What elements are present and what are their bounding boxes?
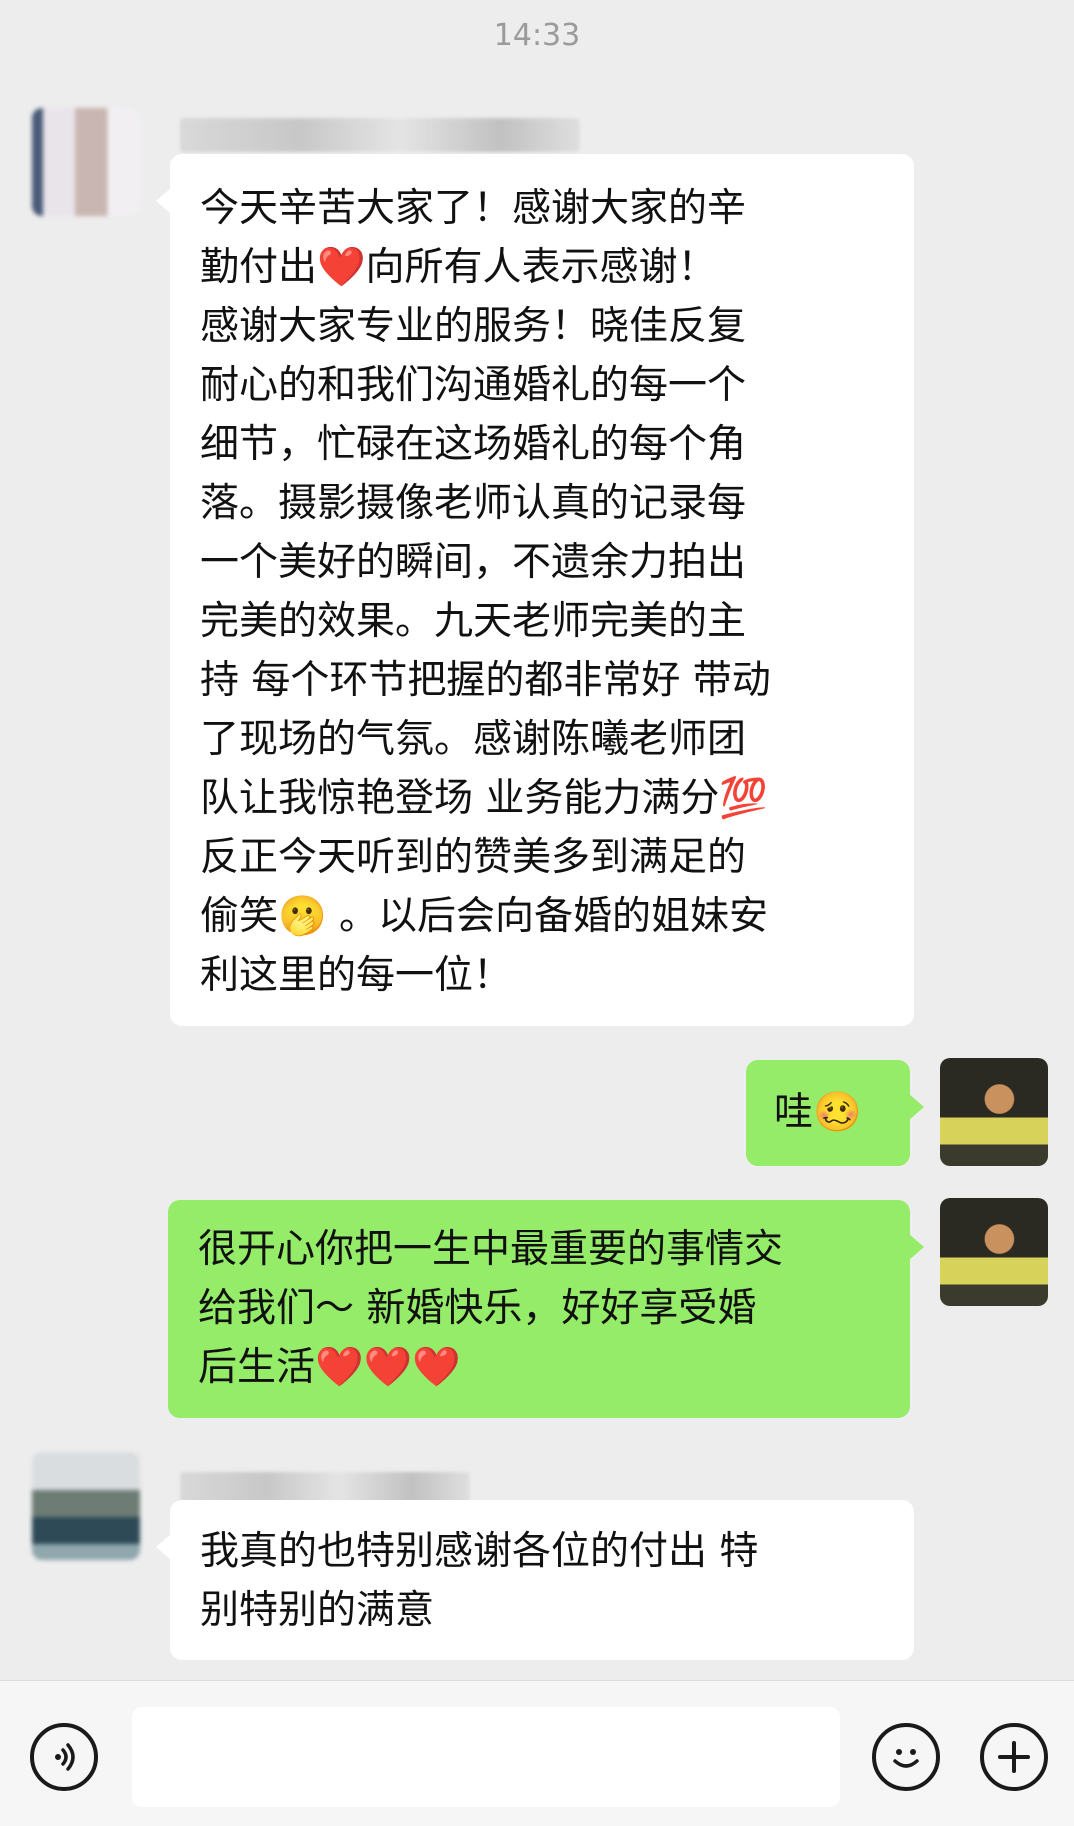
chat-input-bar bbox=[0, 1680, 1074, 1826]
timestamp: 14:33 bbox=[493, 18, 581, 53]
message-input[interactable] bbox=[132, 1707, 840, 1807]
message-bubble-incoming[interactable]: 我真的也特别感谢各位的付出 特 别特别的满意 bbox=[156, 1500, 914, 1660]
emoji-icon[interactable] bbox=[872, 1723, 940, 1791]
message-bubble-outgoing[interactable]: 哇🥴 bbox=[746, 1060, 924, 1166]
sender-avatar[interactable] bbox=[32, 1452, 140, 1560]
message-bubble-incoming[interactable]: 今天辛苦大家了！感谢大家的辛 勤付出❤️向所有人表示感谢！ 感谢大家专业的服务！… bbox=[156, 154, 914, 1026]
self-avatar[interactable] bbox=[940, 1058, 1048, 1166]
voice-icon[interactable] bbox=[30, 1723, 98, 1791]
sender-name bbox=[180, 118, 580, 152]
sender-avatar[interactable] bbox=[32, 108, 140, 216]
message-bubble-outgoing[interactable]: 很开心你把一生中最重要的事情交 给我们～ 新婚快乐，好好享受婚 后生活❤️❤️❤… bbox=[168, 1200, 924, 1418]
self-avatar[interactable] bbox=[940, 1198, 1048, 1306]
plus-icon[interactable] bbox=[980, 1723, 1048, 1791]
